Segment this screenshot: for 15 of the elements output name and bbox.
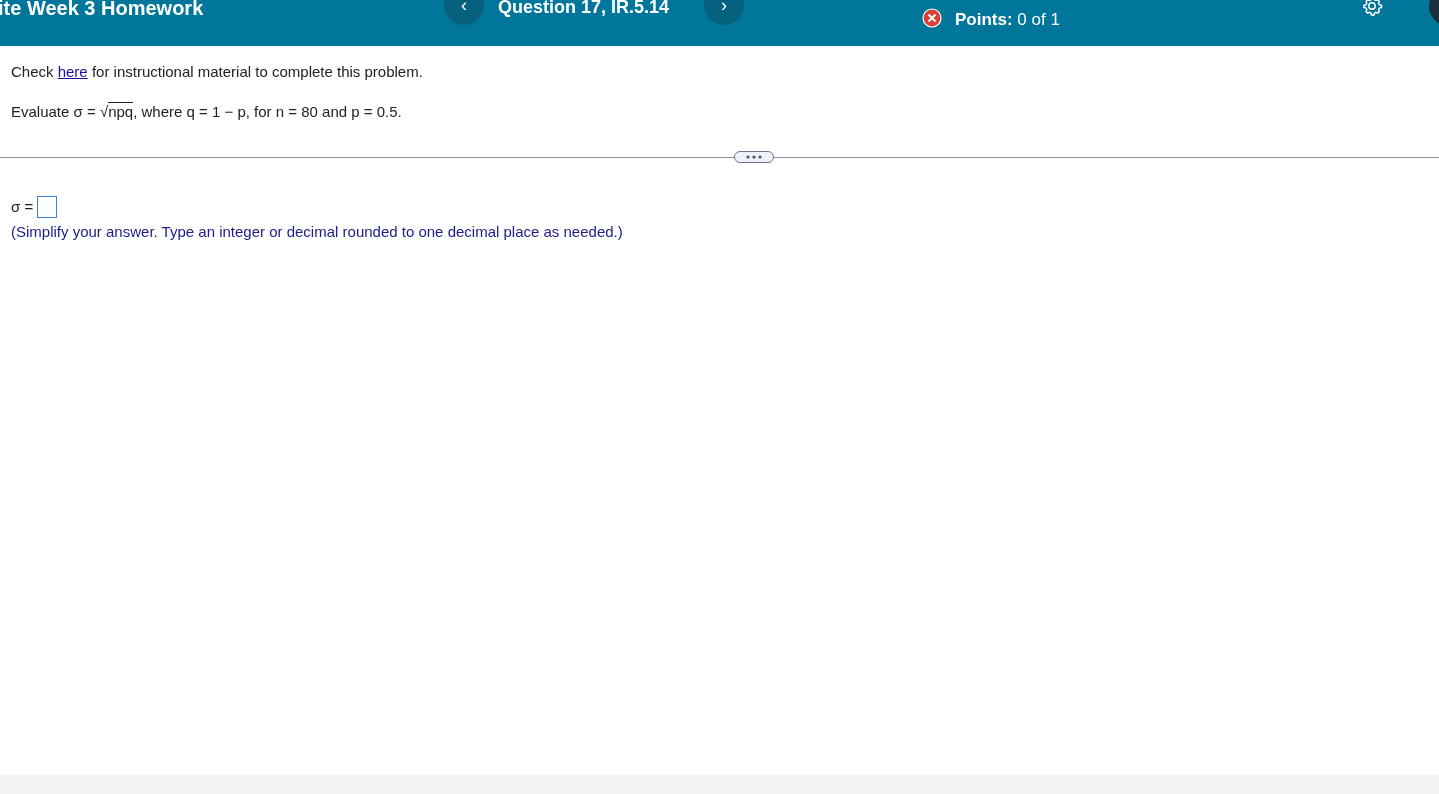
points-score: Points: 0 of 1	[955, 9, 1060, 31]
incorrect-icon	[922, 8, 942, 28]
ellipsis-icon	[745, 155, 763, 159]
answer-field[interactable]	[37, 196, 58, 219]
here-link[interactable]: here	[57, 63, 88, 80]
settings-icon[interactable]	[1360, 0, 1384, 17]
previous-question-button[interactable]: ‹	[444, 0, 484, 25]
assignment-title: ite Week 3 Homework	[0, 0, 204, 21]
sigma-label: σ =	[11, 197, 34, 217]
answer-hint: (Simplify your answer. Type an integer or decimal rounded to one decimal place as needed.)	[11, 221, 624, 242]
instruction-text: Check here for instructional material to complete this problem.	[11, 62, 424, 82]
expand-handle[interactable]	[734, 151, 774, 163]
question-title: Question 17, IR.5.14	[498, 0, 670, 19]
next-question-button[interactable]: ›	[704, 0, 744, 25]
problem-statement: Evaluate σ = √npq, where q = 1 − p, for n = 80 and p = 0.5.	[11, 100, 403, 122]
